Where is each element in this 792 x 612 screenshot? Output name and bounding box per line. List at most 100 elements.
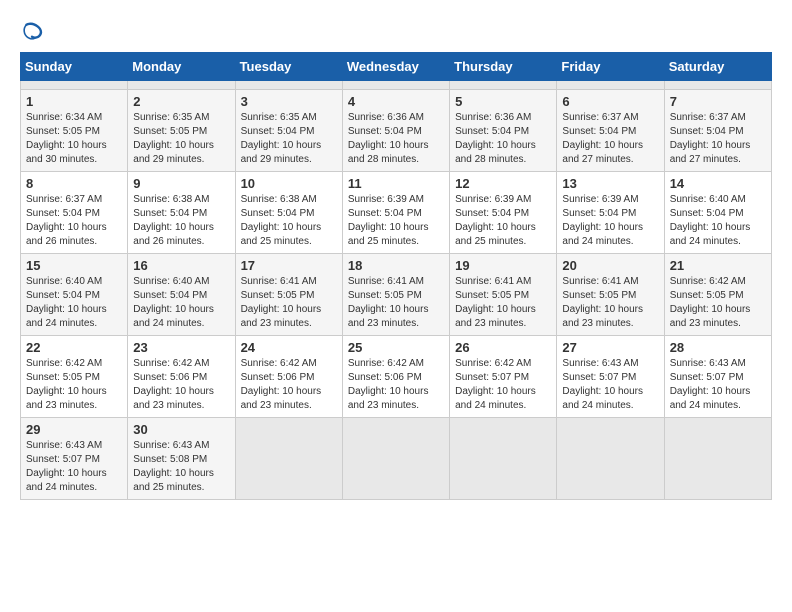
header-day-friday: Friday: [557, 53, 664, 81]
day-info: Sunrise: 6:34 AM Sunset: 5:05 PM Dayligh…: [26, 111, 122, 167]
day-number: 13: [562, 176, 658, 191]
calendar-cell: 13 Sunrise: 6:39 AM Sunset: 5:04 PM Dayli…: [557, 172, 664, 254]
header-day-sunday: Sunday: [21, 53, 128, 81]
day-number: 4: [348, 94, 444, 109]
calendar-cell: 9 Sunrise: 6:38 AM Sunset: 5:04 PM Daylig…: [128, 172, 235, 254]
header-day-monday: Monday: [128, 53, 235, 81]
calendar-cell: 30 Sunrise: 6:43 AM Sunset: 5:08 PM Dayli…: [128, 418, 235, 500]
day-info: Sunrise: 6:42 AM Sunset: 5:06 PM Dayligh…: [348, 357, 444, 413]
day-info: Sunrise: 6:37 AM Sunset: 5:04 PM Dayligh…: [562, 111, 658, 167]
day-number: 12: [455, 176, 551, 191]
calendar-cell: 16Sunrise: 6:40 AM Sunset: 5:04 PM Dayli…: [128, 254, 235, 336]
day-number: 27: [562, 340, 658, 355]
day-number: 19: [455, 258, 551, 273]
day-number: 15: [26, 258, 122, 273]
calendar-cell: [664, 418, 771, 500]
header-day-saturday: Saturday: [664, 53, 771, 81]
day-info: Sunrise: 6:39 AM Sunset: 5:04 PM Dayligh…: [348, 193, 444, 249]
day-info: Sunrise: 6:43 AM Sunset: 5:08 PM Dayligh…: [133, 439, 229, 495]
day-number: 14: [670, 176, 766, 191]
week-row-0: [21, 81, 772, 90]
day-info: Sunrise: 6:36 AM Sunset: 5:04 PM Dayligh…: [455, 111, 551, 167]
day-info: Sunrise: 6:38 AM Sunset: 5:04 PM Dayligh…: [133, 193, 229, 249]
day-number: 1: [26, 94, 122, 109]
calendar-cell: 18 Sunrise: 6:41 AM Sunset: 5:05 PM Dayli…: [342, 254, 449, 336]
day-number: 5: [455, 94, 551, 109]
week-row-3: 15 Sunrise: 6:40 AM Sunset: 5:04 PM Dayli…: [21, 254, 772, 336]
day-number: 6: [562, 94, 658, 109]
day-info: Sunrise: 6:41 AM Sunset: 5:05 PM Dayligh…: [455, 275, 551, 331]
calendar-cell: 12 Sunrise: 6:39 AM Sunset: 5:04 PM Dayli…: [450, 172, 557, 254]
day-number: 25: [348, 340, 444, 355]
day-info: Sunrise: 6:43 AM Sunset: 5:07 PM Dayligh…: [562, 357, 658, 413]
day-info: Sunrise: 6:42 AM Sunset: 5:05 PM Dayligh…: [670, 275, 766, 331]
day-info: Sunrise: 6:39 AM Sunset: 5:04 PM Dayligh…: [455, 193, 551, 249]
calendar-cell: 28Sunrise: 6:43 AM Sunset: 5:07 PM Dayli…: [664, 336, 771, 418]
header-day-tuesday: Tuesday: [235, 53, 342, 81]
day-info: Sunrise: 6:42 AM Sunset: 5:06 PM Dayligh…: [241, 357, 337, 413]
header-day-thursday: Thursday: [450, 53, 557, 81]
day-info: Sunrise: 6:41 AM Sunset: 5:05 PM Dayligh…: [562, 275, 658, 331]
header: [20, 20, 772, 44]
calendar-cell: 3 Sunrise: 6:35 AM Sunset: 5:04 PM Daylig…: [235, 90, 342, 172]
day-number: 3: [241, 94, 337, 109]
calendar-cell: [235, 81, 342, 90]
day-info: Sunrise: 6:37 AM Sunset: 5:04 PM Dayligh…: [670, 111, 766, 167]
calendar-cell: [557, 81, 664, 90]
day-info: Sunrise: 6:35 AM Sunset: 5:04 PM Dayligh…: [241, 111, 337, 167]
week-row-2: 8Sunrise: 6:37 AM Sunset: 5:04 PM Daylig…: [21, 172, 772, 254]
calendar-cell: [664, 81, 771, 90]
calendar-header-row: SundayMondayTuesdayWednesdayThursdayFrid…: [21, 53, 772, 81]
day-number: 24: [241, 340, 337, 355]
day-number: 10: [241, 176, 337, 191]
logo-icon: [20, 20, 44, 44]
calendar-cell: [450, 418, 557, 500]
calendar-cell: 25 Sunrise: 6:42 AM Sunset: 5:06 PM Dayli…: [342, 336, 449, 418]
calendar-cell: [342, 81, 449, 90]
day-info: Sunrise: 6:40 AM Sunset: 5:04 PM Dayligh…: [26, 275, 122, 331]
day-number: 18: [348, 258, 444, 273]
week-row-1: 1 Sunrise: 6:34 AM Sunset: 5:05 PM Daylig…: [21, 90, 772, 172]
day-number: 17: [241, 258, 337, 273]
day-info: Sunrise: 6:39 AM Sunset: 5:04 PM Dayligh…: [562, 193, 658, 249]
calendar-cell: 27 Sunrise: 6:43 AM Sunset: 5:07 PM Dayli…: [557, 336, 664, 418]
calendar-cell: 17Sunrise: 6:41 AM Sunset: 5:05 PM Dayli…: [235, 254, 342, 336]
calendar-cell: 20 Sunrise: 6:41 AM Sunset: 5:05 PM Dayli…: [557, 254, 664, 336]
calendar-cell: 8Sunrise: 6:37 AM Sunset: 5:04 PM Daylig…: [21, 172, 128, 254]
day-number: 30: [133, 422, 229, 437]
day-number: 2: [133, 94, 229, 109]
week-row-4: 22Sunrise: 6:42 AM Sunset: 5:05 PM Dayli…: [21, 336, 772, 418]
day-number: 16: [133, 258, 229, 273]
logo: [20, 20, 48, 44]
calendar-cell: [21, 81, 128, 90]
day-number: 29: [26, 422, 122, 437]
day-number: 8: [26, 176, 122, 191]
calendar-cell: [128, 81, 235, 90]
day-info: Sunrise: 6:42 AM Sunset: 5:05 PM Dayligh…: [26, 357, 122, 413]
day-number: 23: [133, 340, 229, 355]
calendar: SundayMondayTuesdayWednesdayThursdayFrid…: [20, 52, 772, 500]
calendar-cell: 2Sunrise: 6:35 AM Sunset: 5:05 PM Daylig…: [128, 90, 235, 172]
header-day-wednesday: Wednesday: [342, 53, 449, 81]
day-number: 11: [348, 176, 444, 191]
calendar-cell: 1 Sunrise: 6:34 AM Sunset: 5:05 PM Daylig…: [21, 90, 128, 172]
calendar-cell: 22Sunrise: 6:42 AM Sunset: 5:05 PM Dayli…: [21, 336, 128, 418]
calendar-cell: [557, 418, 664, 500]
calendar-cell: 26Sunrise: 6:42 AM Sunset: 5:07 PM Dayli…: [450, 336, 557, 418]
calendar-cell: 6 Sunrise: 6:37 AM Sunset: 5:04 PM Daylig…: [557, 90, 664, 172]
calendar-cell: 7 Sunrise: 6:37 AM Sunset: 5:04 PM Daylig…: [664, 90, 771, 172]
day-number: 9: [133, 176, 229, 191]
calendar-cell: 10 Sunrise: 6:38 AM Sunset: 5:04 PM Dayli…: [235, 172, 342, 254]
week-row-5: 29 Sunrise: 6:43 AM Sunset: 5:07 PM Dayli…: [21, 418, 772, 500]
day-info: Sunrise: 6:43 AM Sunset: 5:07 PM Dayligh…: [26, 439, 122, 495]
day-info: Sunrise: 6:42 AM Sunset: 5:06 PM Dayligh…: [133, 357, 229, 413]
calendar-cell: 15 Sunrise: 6:40 AM Sunset: 5:04 PM Dayli…: [21, 254, 128, 336]
day-number: 26: [455, 340, 551, 355]
day-info: Sunrise: 6:38 AM Sunset: 5:04 PM Dayligh…: [241, 193, 337, 249]
day-number: 21: [670, 258, 766, 273]
day-info: Sunrise: 6:36 AM Sunset: 5:04 PM Dayligh…: [348, 111, 444, 167]
calendar-cell: 24 Sunrise: 6:42 AM Sunset: 5:06 PM Dayli…: [235, 336, 342, 418]
day-number: 7: [670, 94, 766, 109]
day-info: Sunrise: 6:41 AM Sunset: 5:05 PM Dayligh…: [348, 275, 444, 331]
day-number: 20: [562, 258, 658, 273]
